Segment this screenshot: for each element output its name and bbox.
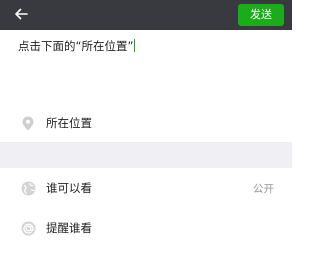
visibility-value: 公开: [253, 182, 274, 195]
post-text-input[interactable]: 点击下面的“所在位置”: [18, 38, 280, 98]
location-pin-icon: [20, 115, 36, 131]
mention-option[interactable]: 提醒谁看: [0, 210, 292, 246]
post-text: 点击下面的“所在位置”: [18, 39, 134, 53]
at-sign-icon: [20, 220, 36, 236]
send-button[interactable]: 发送: [238, 4, 284, 26]
back-button[interactable]: [10, 4, 32, 26]
back-arrow-icon: [14, 6, 28, 25]
visibility-option[interactable]: 谁可以看 公开: [0, 170, 292, 206]
globe-icon: [20, 180, 36, 196]
section-divider: [0, 142, 292, 168]
top-bar: 发送: [0, 0, 292, 30]
location-option[interactable]: 所在位置: [0, 105, 292, 141]
location-label: 所在位置: [46, 116, 92, 130]
mention-label: 提醒谁看: [46, 221, 92, 235]
text-caret: [134, 39, 136, 52]
visibility-label: 谁可以看: [46, 181, 92, 195]
